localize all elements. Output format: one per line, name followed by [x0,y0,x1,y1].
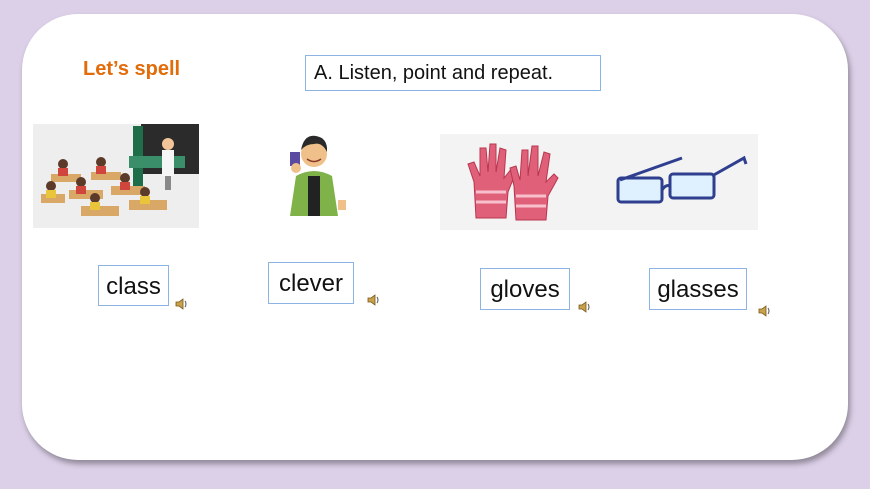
boy-image [290,135,346,216]
instruction-box: A. Listen, point and repeat. [305,55,601,91]
gloves-image [440,134,588,230]
word-class-button[interactable]: class [98,265,169,306]
speaker-icon[interactable] [175,297,189,311]
speaker-icon[interactable] [758,304,772,318]
glasses-image [588,134,758,230]
word-gloves-button[interactable]: gloves [480,268,570,310]
classroom-image [33,124,199,228]
page-title: Let’s spell [83,58,181,80]
word-clever-button[interactable]: clever [268,262,354,304]
speaker-icon[interactable] [367,293,381,307]
word-glasses-button[interactable]: glasses [649,268,747,310]
speaker-icon[interactable] [578,300,592,314]
